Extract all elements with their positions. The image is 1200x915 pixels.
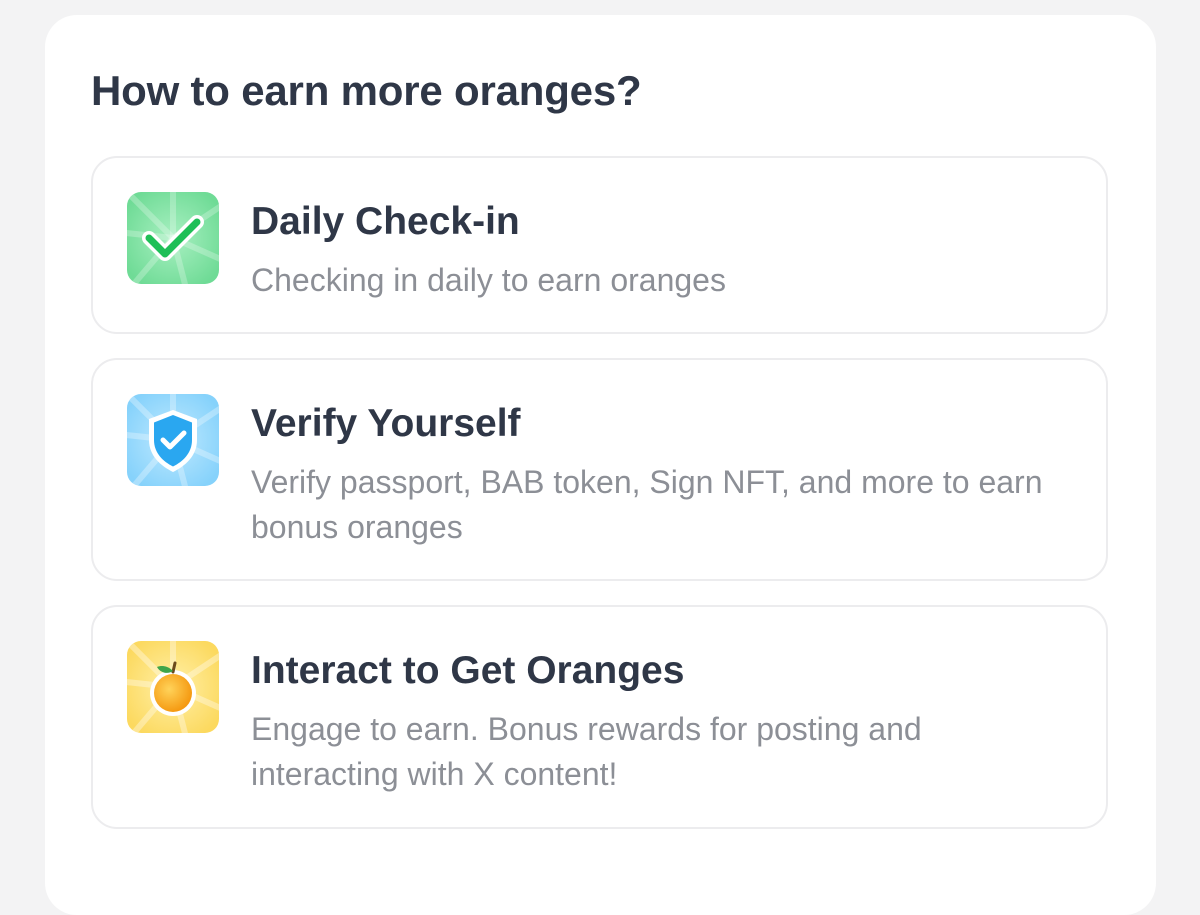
task-title: Verify Yourself [251, 402, 521, 445]
checkmark-icon [127, 192, 219, 284]
earn-oranges-panel: How to earn more oranges? Daily Check-in… [45, 15, 1156, 915]
task-title: Interact to Get Oranges [251, 649, 685, 692]
task-description: Engage to earn. Bonus rewards for postin… [251, 711, 922, 792]
task-card-verify-yourself[interactable]: Verify Yourself Verify passport, BAB tok… [91, 358, 1108, 581]
task-description: Checking in daily to earn oranges [251, 262, 726, 298]
task-card-daily-check-in[interactable]: Daily Check-in Checking in daily to earn… [91, 156, 1108, 334]
orange-fruit-icon [127, 641, 219, 733]
section-title: How to earn more oranges? [91, 67, 642, 114]
task-title: Daily Check-in [251, 200, 520, 243]
task-card-interact-to-get-oranges[interactable]: Interact to Get Oranges Engage to earn. … [91, 605, 1108, 829]
shield-check-icon [127, 394, 219, 486]
task-description: Verify passport, BAB token, Sign NFT, an… [251, 464, 1043, 545]
